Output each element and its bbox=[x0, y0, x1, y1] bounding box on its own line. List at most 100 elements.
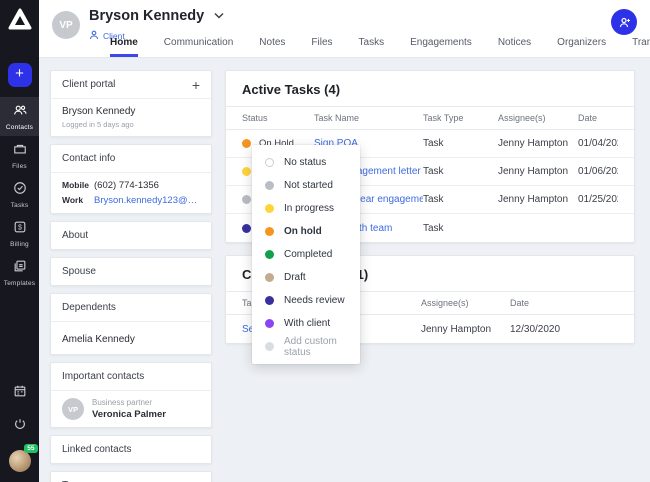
mobile-label: Mobile bbox=[62, 180, 88, 190]
contacts-icon bbox=[13, 103, 27, 122]
menu-item-with-client[interactable]: With client bbox=[252, 312, 360, 335]
status-dot bbox=[265, 273, 274, 282]
task-assignee: Jenny Hampton bbox=[498, 166, 578, 177]
tab-transcripts[interactable]: Transcripts bbox=[632, 37, 650, 57]
history-icon[interactable] bbox=[13, 417, 27, 436]
client-portal-header[interactable]: Client portal + bbox=[51, 71, 211, 98]
chevron-down-icon[interactable] bbox=[214, 11, 224, 22]
col-task-type: Task Type bbox=[423, 113, 498, 123]
menu-item-needs-review[interactable]: Needs review bbox=[252, 289, 360, 312]
app-window: + Contacts Files Tasks $ Billing Templat… bbox=[0, 0, 650, 482]
menu-item-draft[interactable]: Draft bbox=[252, 266, 360, 289]
linked-contacts-header[interactable]: Linked contacts bbox=[51, 436, 211, 463]
add-person-button[interactable] bbox=[611, 9, 637, 35]
about-header[interactable]: About bbox=[51, 222, 211, 249]
section-title: Linked contacts bbox=[62, 444, 132, 455]
col-assignees: Assignee(s) bbox=[498, 113, 578, 123]
plus-icon[interactable]: + bbox=[192, 80, 200, 90]
contact-info-header[interactable]: Contact info bbox=[51, 145, 211, 172]
tab-communication[interactable]: Communication bbox=[164, 37, 233, 57]
dependent-row[interactable]: Amelia Kennedy bbox=[51, 321, 211, 354]
menu-item-add-custom-status[interactable]: Add custom status bbox=[252, 335, 360, 358]
billing-icon: $ bbox=[13, 220, 27, 239]
tab-home[interactable]: Home bbox=[110, 37, 138, 57]
important-contacts-card: Important contacts VP Business partner V… bbox=[50, 362, 212, 428]
sidebar-bottom: 55 bbox=[9, 384, 31, 472]
portal-user-name: Bryson Kennedy bbox=[62, 106, 200, 117]
portal-login-status: Logged in 5 days ago bbox=[62, 120, 200, 129]
sidebar-item-billing[interactable]: $ Billing bbox=[0, 214, 39, 253]
task-type: Task bbox=[423, 138, 498, 149]
sidebar-item-contacts[interactable]: Contacts bbox=[0, 97, 39, 136]
spouse-header[interactable]: Spouse bbox=[51, 258, 211, 285]
svg-text:$: $ bbox=[18, 225, 22, 232]
files-icon bbox=[13, 142, 27, 161]
status-dot bbox=[242, 224, 251, 233]
tasks-icon bbox=[13, 181, 27, 200]
dependents-header[interactable]: Dependents bbox=[51, 294, 211, 321]
tags-header[interactable]: Tags bbox=[51, 472, 211, 482]
status-dot bbox=[265, 204, 274, 213]
col-assignees: Assignee(s) bbox=[421, 298, 510, 308]
work-label: Work bbox=[62, 195, 88, 205]
contact-name: Veronica Palmer bbox=[92, 409, 166, 420]
important-contacts-header[interactable]: Important contacts bbox=[51, 363, 211, 390]
client-name: Bryson Kennedy bbox=[89, 8, 204, 24]
important-contact-row[interactable]: VP Business partner Veronica Palmer bbox=[51, 390, 211, 427]
menu-item-completed[interactable]: Completed bbox=[252, 243, 360, 266]
menu-item-in-progress[interactable]: In progress bbox=[252, 197, 360, 220]
sidebar-item-files[interactable]: Files bbox=[0, 136, 39, 175]
tab-tasks[interactable]: Tasks bbox=[359, 37, 385, 57]
status-dot bbox=[265, 342, 274, 351]
sidebar-item-templates[interactable]: Templates bbox=[0, 253, 39, 292]
menu-item-on-hold[interactable]: On hold bbox=[252, 220, 360, 243]
status-dropdown-menu: No status Not started In progress On hol… bbox=[252, 145, 360, 364]
contact-avatar: VP bbox=[62, 398, 84, 420]
tab-notes[interactable]: Notes bbox=[259, 37, 285, 57]
mobile-value: (602) 774-1356 bbox=[94, 180, 159, 191]
main-area: VP Bryson Kennedy Client Home Communicat… bbox=[39, 0, 650, 482]
canopy-logo-icon bbox=[8, 8, 32, 30]
sidebar-item-label: Templates bbox=[4, 280, 35, 287]
client-tabs: Home Communication Notes Files Tasks Eng… bbox=[110, 37, 650, 57]
global-add-button[interactable]: + bbox=[8, 63, 32, 87]
sidebar-item-tasks[interactable]: Tasks bbox=[0, 175, 39, 214]
tab-engagements[interactable]: Engagements bbox=[410, 37, 472, 57]
client-info-column: Client portal + Bryson Kennedy Logged in… bbox=[50, 70, 212, 482]
task-assignee: Jenny Hampton bbox=[421, 324, 510, 335]
tab-notices[interactable]: Notices bbox=[498, 37, 531, 57]
active-tasks-header-row: Status Task Name Task Type Assignee(s) D… bbox=[226, 106, 634, 130]
contact-info-card: Contact info Mobile (602) 774-1356 Work … bbox=[50, 144, 212, 214]
menu-item-no-status[interactable]: No status bbox=[252, 151, 360, 174]
section-title: Important contacts bbox=[62, 371, 144, 382]
tab-organizers[interactable]: Organizers bbox=[557, 37, 606, 57]
task-type: Task bbox=[423, 166, 498, 177]
client-avatar: VP bbox=[52, 11, 80, 39]
user-avatar[interactable]: 55 bbox=[9, 450, 31, 472]
status-dot bbox=[265, 250, 274, 259]
task-assignee: Jenny Hampton bbox=[498, 194, 578, 205]
notification-badge: 55 bbox=[24, 444, 37, 453]
linked-contacts-card: Linked contacts bbox=[50, 435, 212, 464]
sidebar-nav: Contacts Files Tasks $ Billing Templates bbox=[0, 97, 39, 292]
active-tasks-title: Active Tasks (4) bbox=[226, 71, 634, 106]
section-title: Spouse bbox=[62, 266, 96, 277]
menu-item-not-started[interactable]: Not started bbox=[252, 174, 360, 197]
tab-files[interactable]: Files bbox=[311, 37, 332, 57]
sidebar-item-label: Tasks bbox=[11, 202, 29, 209]
col-status: Status bbox=[242, 113, 314, 123]
calendar-icon[interactable] bbox=[13, 384, 27, 403]
task-date: 01/06/2021 bbox=[578, 166, 618, 177]
client-portal-user: Bryson Kennedy Logged in 5 days ago bbox=[51, 98, 211, 136]
about-card: About bbox=[50, 221, 212, 250]
section-title: About bbox=[62, 230, 88, 241]
dependent-name: Amelia Kennedy bbox=[62, 334, 135, 345]
contact-role: Business partner bbox=[92, 398, 166, 407]
spouse-card: Spouse bbox=[50, 257, 212, 286]
work-email-link[interactable]: Bryson.kennedy123@gmail.com bbox=[94, 195, 200, 206]
dependents-card: Dependents Amelia Kennedy bbox=[50, 293, 212, 355]
task-date: 01/04/2021 bbox=[578, 138, 618, 149]
tags-card: Tags bbox=[50, 471, 212, 482]
client-header: VP Bryson Kennedy Client Home Communicat… bbox=[39, 0, 650, 58]
section-title: Dependents bbox=[62, 302, 116, 313]
